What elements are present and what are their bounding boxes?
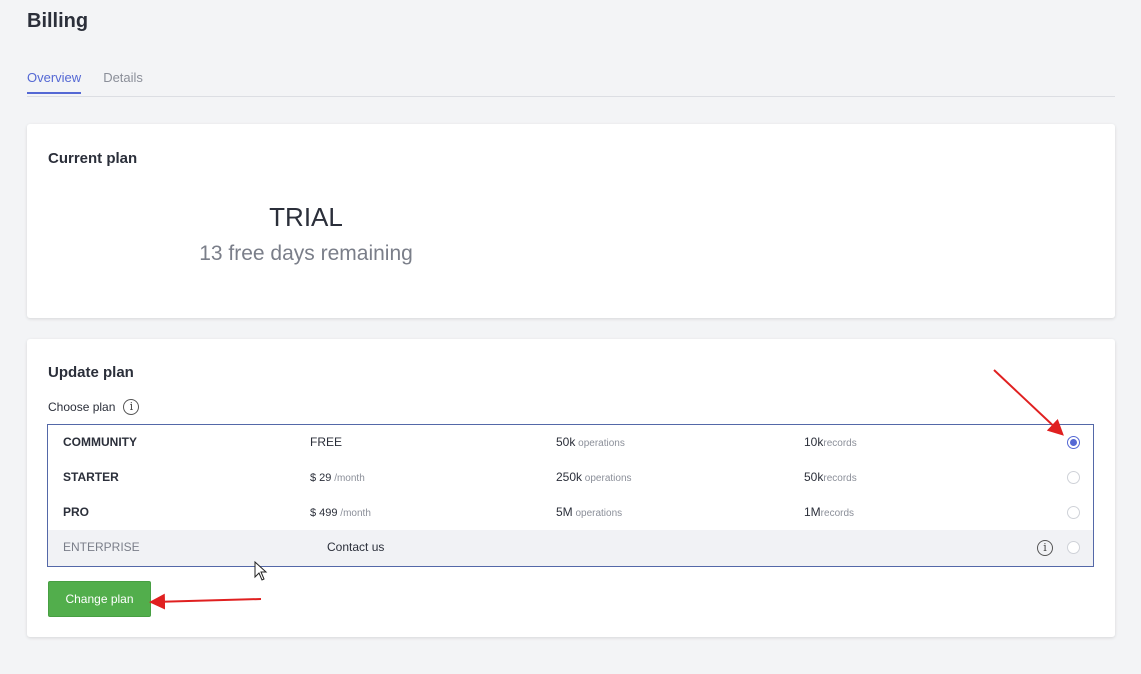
- plan-records-unit: records: [820, 508, 855, 519]
- plan-operations-value: 50k: [556, 435, 576, 449]
- plan-name: ENTERPRISE: [63, 540, 140, 554]
- plan-row-community[interactable]: COMMUNITY FREE 50k operations 10krecords: [48, 425, 1093, 460]
- plan-records: 50krecords: [804, 460, 857, 495]
- current-plan-title: Current plan: [48, 150, 138, 167]
- plan-price: FREE: [310, 425, 342, 460]
- trial-days-remaining: 13 free days remaining: [199, 242, 413, 265]
- plan-records-value: 50k: [804, 470, 824, 484]
- plan-name: PRO: [63, 505, 90, 519]
- tab-bar: Overview Details: [27, 68, 1115, 97]
- info-icon[interactable]: i: [123, 399, 140, 415]
- plan-row-pro[interactable]: PRO $ 499 /month 5M operations 1Mrecords: [48, 495, 1093, 530]
- choose-plan-text: Choose plan: [48, 400, 116, 414]
- tab-overview[interactable]: Overview: [27, 68, 82, 94]
- current-plan-name: TRIAL: [269, 202, 343, 232]
- plan-records-unit: records: [823, 473, 857, 484]
- plan-operations-value: 5M: [556, 505, 573, 519]
- plan-operations: 5M operations: [556, 495, 622, 530]
- plan-operations-unit: operations: [575, 438, 625, 449]
- plan-price: $ 29 /month: [310, 460, 365, 495]
- plan-operations-unit: operations: [572, 508, 623, 519]
- update-plan-title: Update plan: [48, 364, 134, 381]
- plan-records-value: 10k: [804, 435, 824, 449]
- contact-us-link[interactable]: Contact us: [327, 530, 384, 565]
- plan-radio-enterprise[interactable]: [1067, 541, 1080, 554]
- info-icon[interactable]: i: [1037, 540, 1053, 556]
- plan-name: COMMUNITY: [63, 435, 137, 449]
- tab-details[interactable]: Details: [103, 68, 143, 94]
- plan-records: 10krecords: [804, 425, 857, 460]
- plan-operations-unit: operations: [582, 473, 632, 484]
- plan-price-suffix: /month: [331, 473, 365, 484]
- plan-operations: 250k operations: [556, 460, 632, 495]
- plan-name: STARTER: [63, 470, 119, 484]
- billing-page: Billing Overview Details Current plan TR…: [0, 0, 1141, 674]
- plan-price-value: FREE: [310, 435, 343, 449]
- plan-price: $ 499 /month: [310, 495, 371, 530]
- plan-records: 1Mrecords: [804, 495, 854, 530]
- change-plan-button[interactable]: Change plan: [48, 581, 151, 617]
- plan-price-value: $ 29: [310, 472, 332, 484]
- choose-plan-label: Choose plan i: [48, 399, 140, 415]
- plan-records-value: 1M: [804, 505, 821, 519]
- plan-radio-pro[interactable]: [1067, 506, 1080, 519]
- plan-operations: 50k operations: [556, 425, 625, 460]
- current-plan-card: Current plan TRIAL 13 free days remainin…: [27, 124, 1115, 318]
- plan-row-enterprise[interactable]: ENTERPRISE Contact us i: [48, 530, 1093, 566]
- plan-radio-community[interactable]: [1067, 436, 1080, 449]
- plan-row-starter[interactable]: STARTER $ 29 /month 250k operations 50kr…: [48, 460, 1093, 495]
- plan-radio-starter[interactable]: [1067, 471, 1080, 484]
- plan-records-unit: records: [823, 438, 857, 449]
- plan-options-table: COMMUNITY FREE 50k operations 10krecords…: [47, 424, 1094, 567]
- page-title: Billing: [27, 10, 89, 32]
- plan-price-value: $ 499: [310, 507, 338, 519]
- plan-operations-value: 250k: [556, 470, 583, 484]
- update-plan-card: Update plan Choose plan i COMMUNITY FREE…: [27, 339, 1115, 637]
- plan-price-suffix: /month: [337, 508, 371, 519]
